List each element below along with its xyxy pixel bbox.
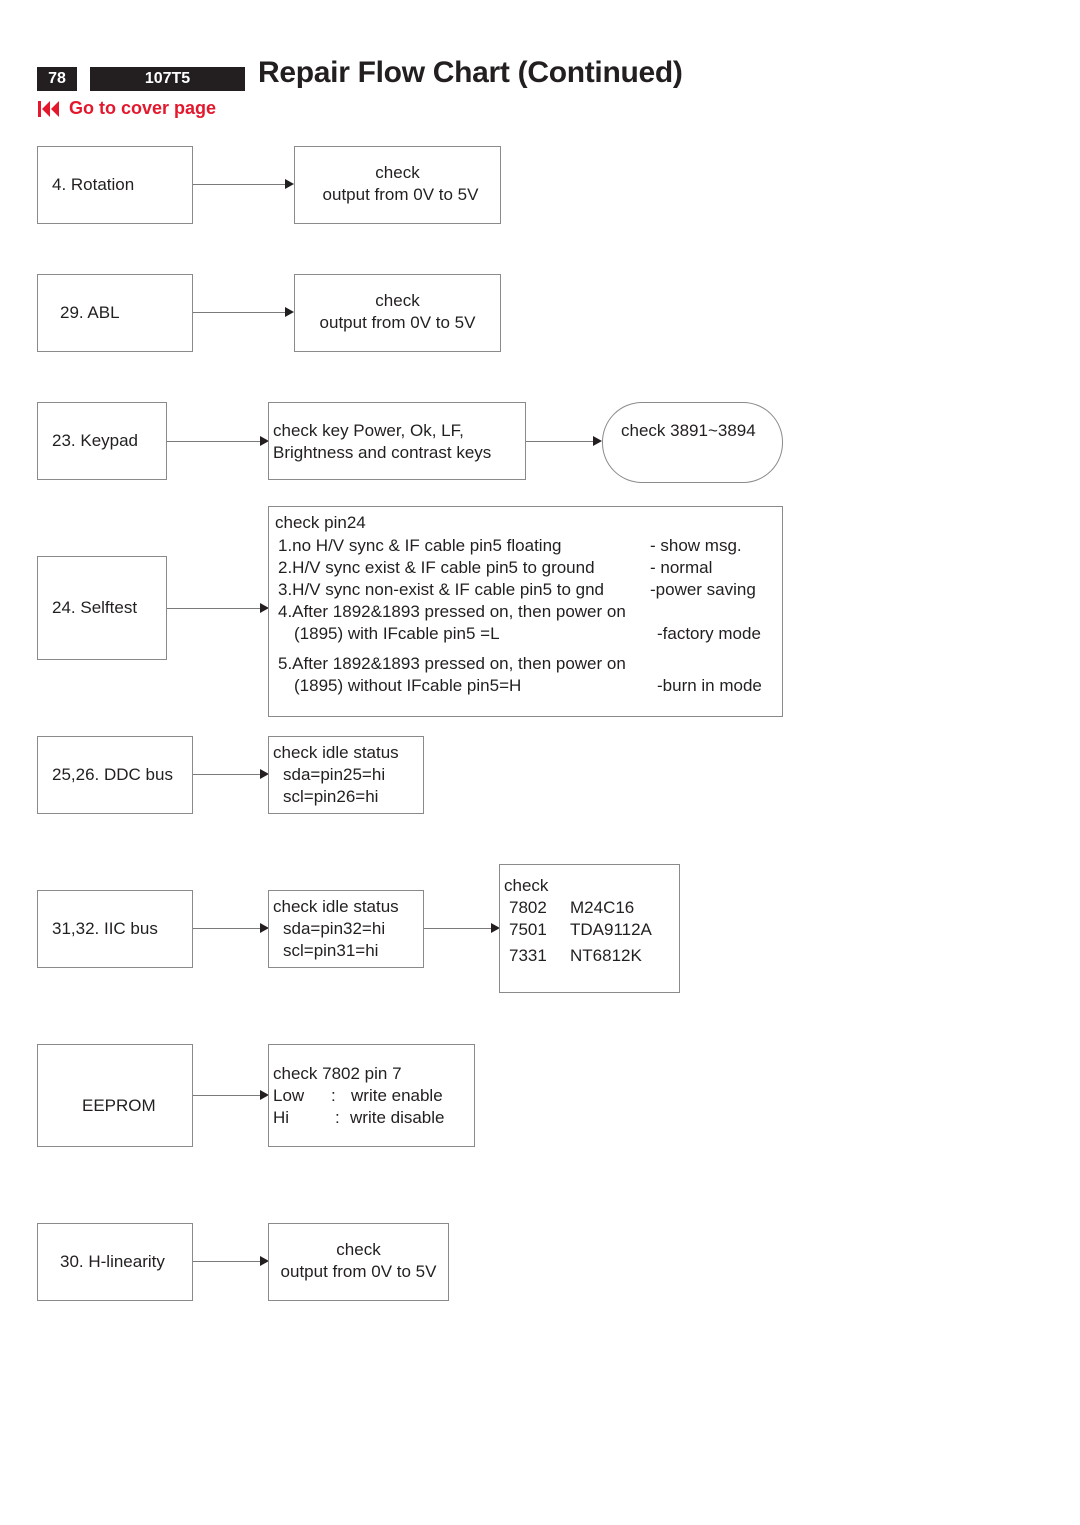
part-ref: 7331 — [509, 946, 547, 965]
selftest-check-box: check pin24 1.no H/V sync & IF cable pin… — [268, 506, 783, 717]
rotation-check-box: check output from 0V to 5V — [294, 146, 501, 224]
separator: : — [335, 1108, 340, 1127]
selftest-condition: 4.After 1892&1893 pressed on, then power… — [278, 602, 626, 621]
pin-meaning: write disable — [350, 1108, 445, 1127]
check-line: check — [375, 163, 420, 182]
keypad-next-terminal: check 3891~3894 — [602, 402, 783, 483]
selftest-source-box: 24. Selftest — [37, 556, 167, 660]
ddc-check-box: check idle status sda=pin25=hi scl=pin26… — [268, 736, 424, 814]
connector-line — [167, 608, 261, 609]
connector-line — [167, 441, 261, 442]
selftest-result: -power saving — [650, 580, 756, 599]
parts-heading: check — [504, 876, 549, 895]
part-ic: NT6812K — [570, 946, 642, 965]
keypad-check-box: check key Power, Ok, LF, Brightness and … — [268, 402, 526, 480]
connector-line — [193, 312, 286, 313]
hlin-source-box: 30. H-linearity — [37, 1223, 193, 1301]
go-to-cover-link[interactable]: Go to cover page — [38, 98, 216, 119]
connector-line — [193, 184, 286, 185]
selftest-condition-cont: (1895) without IFcable pin5=H — [294, 676, 522, 695]
eeprom-heading: check 7802 pin 7 — [273, 1064, 402, 1083]
pin-level: Hi — [273, 1108, 290, 1127]
keypad-source-box: 23. Keypad — [37, 402, 167, 480]
selftest-result: - normal — [650, 558, 713, 577]
part-ref: 7802 — [509, 898, 547, 917]
selftest-condition: 3.H/V sync non-exist & IF cable pin5 to … — [278, 580, 605, 599]
check-line: sda=pin32=hi — [283, 919, 386, 938]
check-line: check key Power, Ok, LF, — [273, 421, 464, 440]
page-number-badge: 78 — [37, 67, 77, 91]
abl-source-box: 29. ABL — [37, 274, 193, 352]
check-line: sda=pin25=hi — [283, 765, 386, 784]
selftest-heading: check pin24 — [275, 513, 366, 532]
part-ref: 7501 — [509, 920, 547, 939]
check-line: scl=pin26=hi — [283, 787, 379, 806]
model-badge: 107T5 — [90, 67, 245, 91]
part-ic: TDA9112A — [570, 920, 652, 939]
page-title: Repair Flow Chart (Continued) — [258, 56, 683, 89]
keypad-label: 23. Keypad — [52, 431, 139, 450]
check-line: Brightness and contrast keys — [273, 443, 492, 462]
selftest-result: -factory mode — [657, 624, 761, 643]
check-line: output from 0V to 5V — [280, 1262, 437, 1281]
iic-parts-box: check 7802 M24C16 7501 TDA9112A 7331 NT6… — [499, 864, 680, 993]
arrowhead-icon — [285, 307, 294, 317]
connector-line — [193, 774, 261, 775]
arrowhead-icon — [285, 179, 294, 189]
hlin-label: 30. H-linearity — [60, 1252, 165, 1271]
ddc-label: 25,26. DDC bus — [52, 765, 173, 784]
selftest-condition: 1.no H/V sync & IF cable pin5 floating — [278, 536, 562, 555]
iic-source-box: 31,32. IIC bus — [37, 890, 193, 968]
rotation-label: 4. Rotation — [52, 175, 135, 194]
check-line: check idle status — [273, 743, 399, 762]
check-line: output from 0V to 5V — [319, 313, 476, 332]
separator: : — [331, 1086, 336, 1105]
hlin-check-box: check output from 0V to 5V — [268, 1223, 449, 1301]
connector-line — [424, 928, 492, 929]
eeprom-check-box: check 7802 pin 7 Low : write enable Hi :… — [268, 1044, 475, 1147]
connector-line — [193, 1095, 261, 1096]
ddc-source-box: 25,26. DDC bus — [37, 736, 193, 814]
connector-line — [526, 441, 594, 442]
check-range-label: check 3891~3894 — [621, 421, 756, 440]
selftest-condition: 5.After 1892&1893 pressed on, then power… — [278, 654, 626, 673]
selftest-condition: 2.H/V sync exist & IF cable pin5 to grou… — [278, 558, 595, 577]
check-line: scl=pin31=hi — [283, 941, 379, 960]
rotation-source-box: 4. Rotation — [37, 146, 193, 224]
skip-to-start-icon — [38, 100, 59, 117]
go-to-cover-label: Go to cover page — [69, 98, 217, 118]
selftest-label: 24. Selftest — [52, 598, 138, 617]
connector-line — [193, 928, 261, 929]
abl-label: 29. ABL — [60, 303, 120, 322]
iic-label: 31,32. IIC bus — [52, 919, 158, 938]
eeprom-source-box: EEPROM — [37, 1044, 193, 1147]
pin-meaning: write enable — [351, 1086, 443, 1105]
check-line: output from 0V to 5V — [322, 185, 479, 204]
check-line: check idle status — [273, 897, 399, 916]
check-line: check — [336, 1240, 381, 1259]
part-ic: M24C16 — [570, 898, 635, 917]
selftest-result: - show msg. — [650, 536, 742, 555]
abl-check-box: check output from 0V to 5V — [294, 274, 501, 352]
connector-line — [193, 1261, 261, 1262]
arrowhead-icon — [593, 436, 602, 446]
selftest-result: -burn in mode — [657, 676, 762, 695]
iic-check-box: check idle status sda=pin32=hi scl=pin31… — [268, 890, 424, 968]
selftest-condition-cont: (1895) with IFcable pin5 =L — [294, 624, 500, 643]
eeprom-label: EEPROM — [82, 1096, 156, 1115]
pin-level: Low — [273, 1086, 305, 1105]
check-line: check — [375, 291, 420, 310]
